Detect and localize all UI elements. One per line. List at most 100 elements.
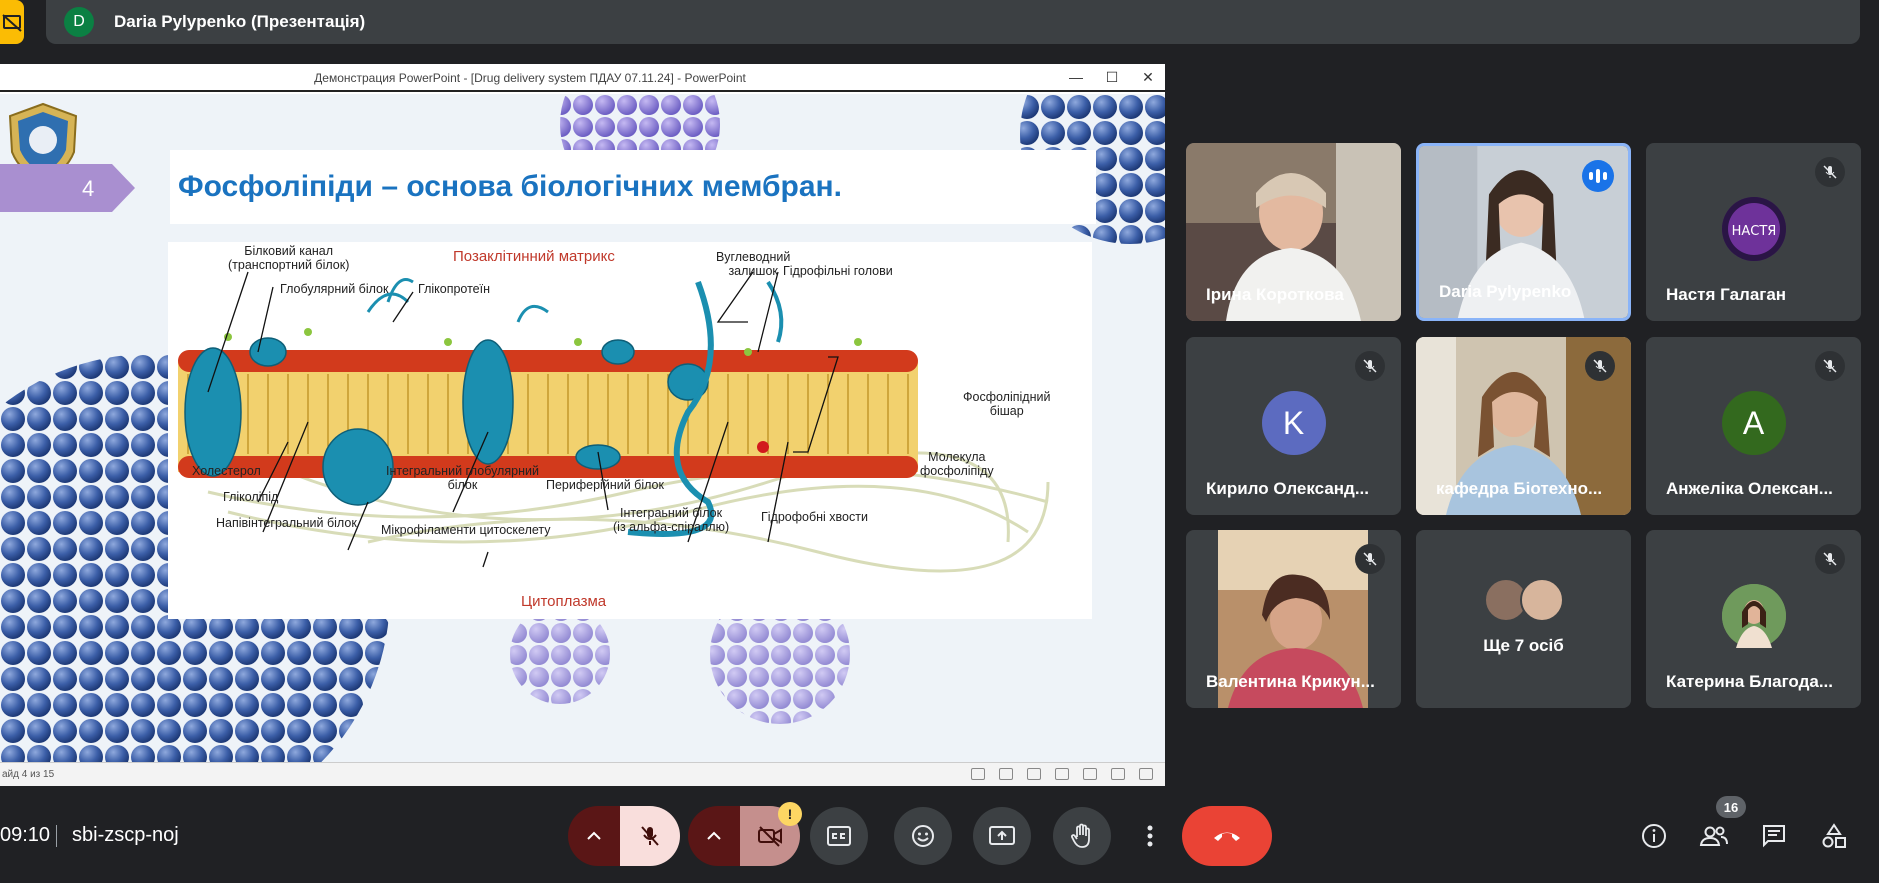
microphone-toggle-button[interactable] (620, 806, 680, 866)
avatar: НАСТЯ (1721, 197, 1786, 261)
participant-name: Анжеліка Олексан... (1666, 479, 1833, 498)
emoji-icon (912, 825, 934, 847)
mic-off-icon (1815, 544, 1845, 574)
hand-icon (1071, 823, 1090, 848)
audio-options-button[interactable] (568, 806, 620, 866)
ppt-title-bar: Демонстрация PowerPoint - [Drug delivery… (0, 64, 1165, 92)
more-options-button[interactable] (1138, 806, 1162, 866)
participant-name: Катерина Благода... (1666, 672, 1834, 691)
label-carb-residue: Вуглеводний залишок (716, 250, 791, 278)
label-hydrophobic-tails: Гідрофобні хвости (761, 510, 868, 524)
closed-captions-icon (827, 826, 851, 846)
mic-off-icon (1355, 351, 1385, 381)
meet-window: D Daria Pylypenko (Презентація) Демонстр… (0, 0, 1879, 883)
next-slide-icon[interactable] (1027, 768, 1041, 780)
mic-off-icon (1815, 351, 1845, 381)
membrane-illustration (178, 271, 1050, 573)
info-icon (1642, 824, 1666, 848)
mic-off-icon (641, 826, 659, 846)
participant-tile[interactable]: K Кирило Олександ... (1186, 337, 1401, 515)
participant-tile[interactable]: Катерина Благода... (1646, 530, 1861, 708)
label-peripheral-protein: Периферійний білок (546, 478, 664, 492)
captions-button[interactable] (810, 806, 868, 866)
reactions-button[interactable] (894, 806, 952, 866)
presentation-window: Демонстрация PowerPoint - [Drug delivery… (0, 64, 1165, 786)
raise-hand-button[interactable] (1053, 806, 1111, 866)
slide-counter: айд 4 из 15 (2, 769, 55, 780)
label-globular-protein: Глобулярний білок (280, 282, 389, 296)
label-integral-globular: Інтегральний глобулярний білок (386, 464, 539, 492)
people-icon (1699, 826, 1728, 846)
label-semi-integral: Напівінтегральний білок (216, 516, 357, 530)
participant-tile[interactable]: НАСТЯ Настя Галаган (1646, 143, 1861, 321)
activities-button[interactable] (1816, 818, 1852, 854)
avatar (1721, 584, 1786, 648)
people-button[interactable] (1696, 818, 1732, 854)
camera-off-icon (758, 826, 782, 847)
label-integral-alpha: Інтеграьний білок (із альфа-спіраллю) (613, 506, 730, 534)
participant-name: Настя Галаган (1666, 285, 1787, 304)
slide: 4 Фосфоліпіди – основа біологічних мембр… (0, 94, 1165, 762)
slide-number: 4 (82, 176, 95, 201)
more-vert-icon (1147, 825, 1153, 847)
end-call-icon (1214, 832, 1240, 841)
label-hydrophilic-heads: Гідрофільні голови (783, 264, 893, 278)
divider (56, 825, 57, 847)
camera-warning-icon: ! (778, 802, 802, 826)
membrane-diagram: Позаклітинний матрикс Цитоплазма Білкови… (168, 242, 1092, 619)
slideshow-view-icon[interactable] (1139, 768, 1153, 780)
label-cholesterol: Холестерол (192, 464, 261, 478)
ppt-window-title: Демонстрация PowerPoint - [Drug delivery… (314, 71, 746, 85)
participant-tile-active[interactable]: Daria Pylypenko (1416, 143, 1631, 321)
participant-name: Кирило Олександ... (1206, 479, 1370, 498)
video-options-button[interactable] (688, 806, 740, 866)
meeting-details-button[interactable] (1636, 818, 1672, 854)
chat-button[interactable] (1756, 818, 1792, 854)
chat-icon (1763, 825, 1785, 848)
label-cytoplasm: Цитоплазма (521, 593, 607, 610)
chevron-up-icon (587, 831, 601, 840)
maximize-icon[interactable]: ☐ (1103, 68, 1121, 86)
sorter-view-icon[interactable] (1083, 768, 1097, 780)
speaking-indicator-icon (1582, 160, 1614, 192)
reading-view-icon[interactable] (1111, 768, 1125, 780)
label-extracellular: Позаклітинний матрикс (453, 248, 615, 265)
menu-icon[interactable] (999, 768, 1013, 780)
mic-off-icon (1585, 351, 1615, 381)
participant-tile[interactable]: кафедра Біотехно... (1416, 337, 1631, 515)
meeting-code: sbi-zscp-noj (72, 824, 179, 846)
present-screen-icon (989, 826, 1015, 845)
participant-tile[interactable]: A Анжеліка Олексан... (1646, 337, 1861, 515)
leave-call-button[interactable] (1182, 806, 1272, 866)
participant-tile[interactable]: Ірина Короткова (1186, 143, 1401, 321)
present-button[interactable] (973, 806, 1031, 866)
minimize-icon[interactable]: — (1067, 68, 1085, 86)
slide-heading: Фосфоліпіди – основа біологічних мембран… (170, 150, 1096, 224)
presenter-bar: D Daria Pylypenko (Презентація) (46, 0, 1860, 44)
more-participants-label: Ще 7 осіб (1483, 636, 1564, 655)
participant-name: Daria Pylypenko (1439, 282, 1572, 301)
activities-shapes-icon (1822, 823, 1846, 848)
mic-control (568, 806, 680, 866)
normal-view-icon[interactable] (1055, 768, 1069, 780)
close-icon[interactable]: ✕ (1139, 68, 1157, 86)
presentation-off-icon (2, 14, 22, 32)
presenting-indicator-button[interactable] (0, 0, 24, 44)
slide-heading-text: Фосфоліпіди – основа біологічних мембран… (178, 170, 842, 203)
mic-off-icon (1355, 544, 1385, 574)
presenter-avatar: D (64, 7, 94, 37)
prev-slide-icon[interactable] (971, 768, 985, 780)
more-participants-tile[interactable]: Ще 7 осіб (1416, 530, 1631, 708)
slide-number-badge: 4 (0, 164, 135, 212)
label-protein-channel: Білковий канал (транспортний білок) (228, 244, 350, 272)
presenter-name: Daria Pylypenko (Презентація) (114, 12, 366, 31)
avatar: K (1261, 391, 1326, 455)
participant-tile[interactable]: Валентина Крикун... (1186, 530, 1401, 708)
label-phospholipid-bilayer: Фосфоліпідний бішар (963, 390, 1051, 418)
avatar (1520, 578, 1564, 622)
mic-off-icon (1815, 157, 1845, 187)
label-microfilaments: Мікрофіламенти цитоскелету (381, 523, 551, 537)
label-glycoprotein: Глікопротеїн (418, 282, 491, 296)
chevron-up-icon (707, 831, 721, 840)
meeting-time: 09:10 (0, 824, 51, 846)
